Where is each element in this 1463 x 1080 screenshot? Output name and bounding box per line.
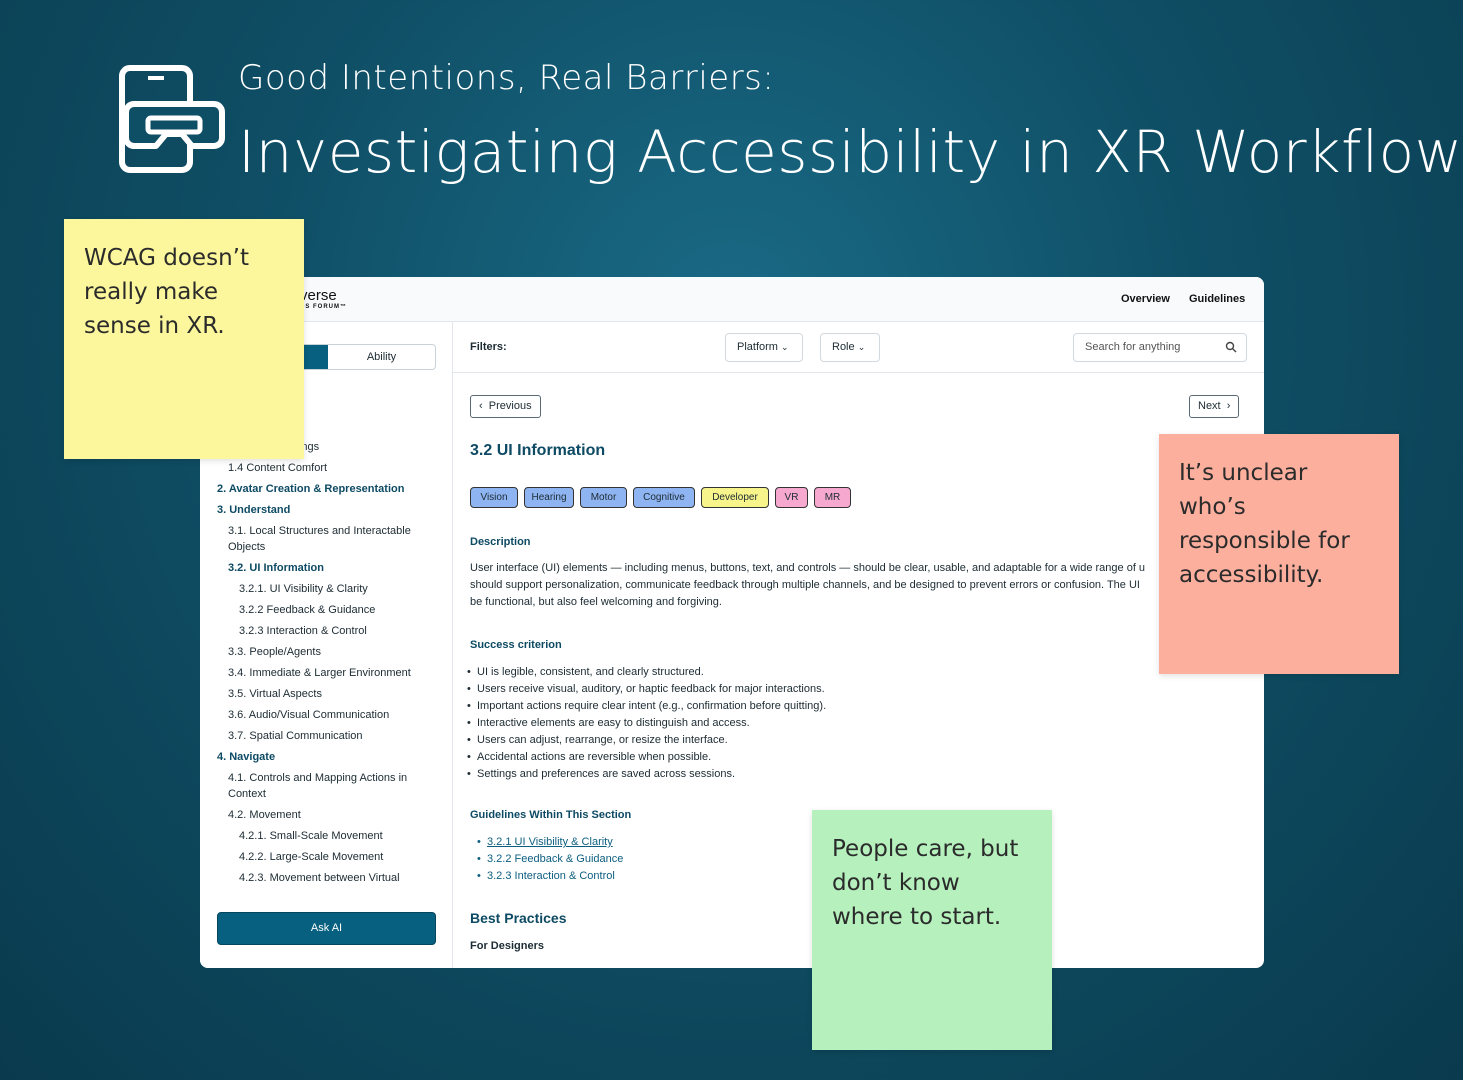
toc-item[interactable]: 3.4. Immediate & Larger Environment — [228, 666, 411, 681]
previous-button[interactable]: ‹ Previous — [470, 395, 541, 418]
chevron-down-icon: ⌄ — [781, 342, 789, 352]
description-line: should support personalization, communic… — [470, 579, 1140, 591]
toc-item[interactable]: 4.2. Movement — [228, 808, 301, 823]
top-navbar: verse DS FORUM™ Overview Guidelines — [200, 277, 1264, 322]
success-criterion-heading: Success criterion — [470, 639, 562, 651]
toggle-option-ability[interactable]: Ability — [328, 345, 435, 369]
success-criterion-item: UI is legible, consistent, and clearly s… — [467, 666, 704, 678]
tag-chip[interactable]: VR — [775, 487, 808, 508]
app-window: verse DS FORUM™ Overview Guidelines Abil… — [200, 277, 1264, 968]
sticky-note-green: People care, but don’t know where to sta… — [812, 810, 1052, 1050]
role-dropdown[interactable]: Role ⌄ — [820, 333, 880, 362]
tag-chip[interactable]: Developer — [701, 487, 769, 508]
phone-vr-headset-icon — [119, 65, 225, 173]
success-criterion-item: Users receive visual, auditory, or hapti… — [467, 683, 825, 695]
toc-item[interactable]: 3.2. UI Information — [228, 561, 324, 576]
search-input[interactable]: Search for anything — [1073, 333, 1247, 362]
search-placeholder: Search for anything — [1085, 341, 1181, 353]
filters-label: Filters: — [470, 341, 507, 353]
tag-chip[interactable]: Hearing — [524, 487, 574, 508]
toc-item[interactable]: Context — [228, 787, 266, 802]
brand-subtitle: DS FORUM™ — [300, 304, 347, 310]
guideline-link[interactable]: 3.2.3 Interaction & Control — [487, 870, 615, 882]
description-text: User interface (UI) elements — including… — [470, 560, 1190, 611]
section-title: 3.2 UI Information — [470, 442, 606, 459]
tag-chip[interactable]: MR — [814, 487, 851, 508]
tag-chip[interactable]: Motor — [580, 487, 627, 508]
chevron-left-icon: ‹ — [479, 400, 489, 412]
success-criterion-item: Important actions require clear intent (… — [467, 700, 826, 712]
platform-dropdown-label: Platform — [737, 341, 778, 353]
guideline-link[interactable]: 3.2.1 UI Visibility & Clarity — [487, 836, 613, 848]
toc-item[interactable]: 3.3. People/Agents — [228, 645, 321, 660]
toc-item[interactable]: 3.2.2 Feedback & Guidance — [239, 603, 375, 618]
toc-item[interactable]: 4. Navigate — [217, 750, 275, 765]
chevron-right-icon: › — [1220, 400, 1231, 412]
previous-label: Previous — [488, 400, 532, 412]
toc-item[interactable]: 3.7. Spatial Communication — [228, 729, 363, 744]
success-criterion-item: Accidental actions are reversible when p… — [467, 751, 711, 763]
toc-item[interactable]: 4.2.2. Large-Scale Movement — [239, 850, 383, 865]
success-criterion-item: Users can adjust, rearrange, or resize t… — [467, 734, 728, 746]
search-icon — [1225, 341, 1237, 353]
bullet-icon: • — [477, 870, 481, 882]
filter-bar: Filters: Platform ⌄ Role ⌄ Search for an… — [453, 322, 1264, 373]
sticky-note-yellow: WCAG doesn’t really make sense in XR. — [64, 219, 304, 459]
tag-chip[interactable]: Vision — [470, 487, 518, 508]
description-line: User interface (UI) elements — including… — [470, 562, 1146, 574]
success-criterion-item: Settings and preferences are saved acros… — [467, 768, 735, 780]
toc-item[interactable]: 1.4 Content Comfort — [228, 461, 327, 476]
table-of-contents: Controls1.3 Adjust Settings1.4 Content C… — [200, 430, 453, 892]
platform-dropdown[interactable]: Platform ⌄ — [725, 333, 803, 362]
next-button[interactable]: Next › — [1189, 395, 1240, 418]
toc-item[interactable]: Objects — [228, 540, 265, 555]
presentation-title: Investigating Accessibility in XR Workfl… — [238, 118, 1463, 186]
description-heading: Description — [470, 536, 531, 548]
chevron-down-icon: ⌄ — [857, 342, 866, 352]
toc-item[interactable]: 3.2.1. UI Visibility & Clarity — [239, 582, 368, 597]
nav-overview[interactable]: Overview — [1121, 293, 1170, 305]
tag-chip[interactable]: Cognitive — [633, 487, 695, 508]
toc-item[interactable]: Controls — [303, 430, 344, 433]
presentation-subtitle: Good Intentions, Real Barriers: — [238, 58, 775, 98]
brand-logo[interactable]: verse — [300, 287, 337, 304]
toc-item[interactable]: 3. Understand — [217, 503, 290, 518]
for-designers-heading: For Designers — [470, 940, 544, 952]
role-dropdown-label: Role — [832, 341, 855, 353]
toc-item[interactable]: 3.5. Virtual Aspects — [228, 687, 322, 702]
bullet-icon: • — [477, 853, 481, 865]
next-label: Next — [1198, 400, 1221, 412]
toc-item[interactable]: 3.1. Local Structures and Interactable — [228, 524, 411, 539]
toc-item[interactable]: 2. Avatar Creation & Representation — [217, 482, 404, 497]
best-practices-heading: Best Practices — [470, 910, 567, 926]
toc-item[interactable]: 4.2.1. Small-Scale Movement — [239, 829, 383, 844]
description-line: be functional, but also feel welcoming a… — [470, 596, 722, 608]
toc-item[interactable]: 4.2.3. Movement between Virtual — [239, 871, 400, 886]
guideline-link[interactable]: 3.2.2 Feedback & Guidance — [487, 853, 623, 865]
toc-item[interactable]: 3.6. Audio/Visual Communication — [228, 708, 389, 723]
success-criterion-item: Interactive elements are easy to disting… — [467, 717, 750, 729]
ask-ai-button[interactable]: Ask AI — [217, 912, 436, 945]
toc-item[interactable]: 3.2.3 Interaction & Control — [239, 624, 367, 639]
guidelines-heading: Guidelines Within This Section — [470, 809, 632, 821]
bullet-icon: • — [477, 836, 481, 848]
toc-item[interactable]: 4.1. Controls and Mapping Actions in — [228, 771, 407, 786]
sticky-note-pink: It’s unclear who’s responsible for acces… — [1159, 434, 1399, 674]
nav-guidelines[interactable]: Guidelines — [1189, 293, 1245, 305]
